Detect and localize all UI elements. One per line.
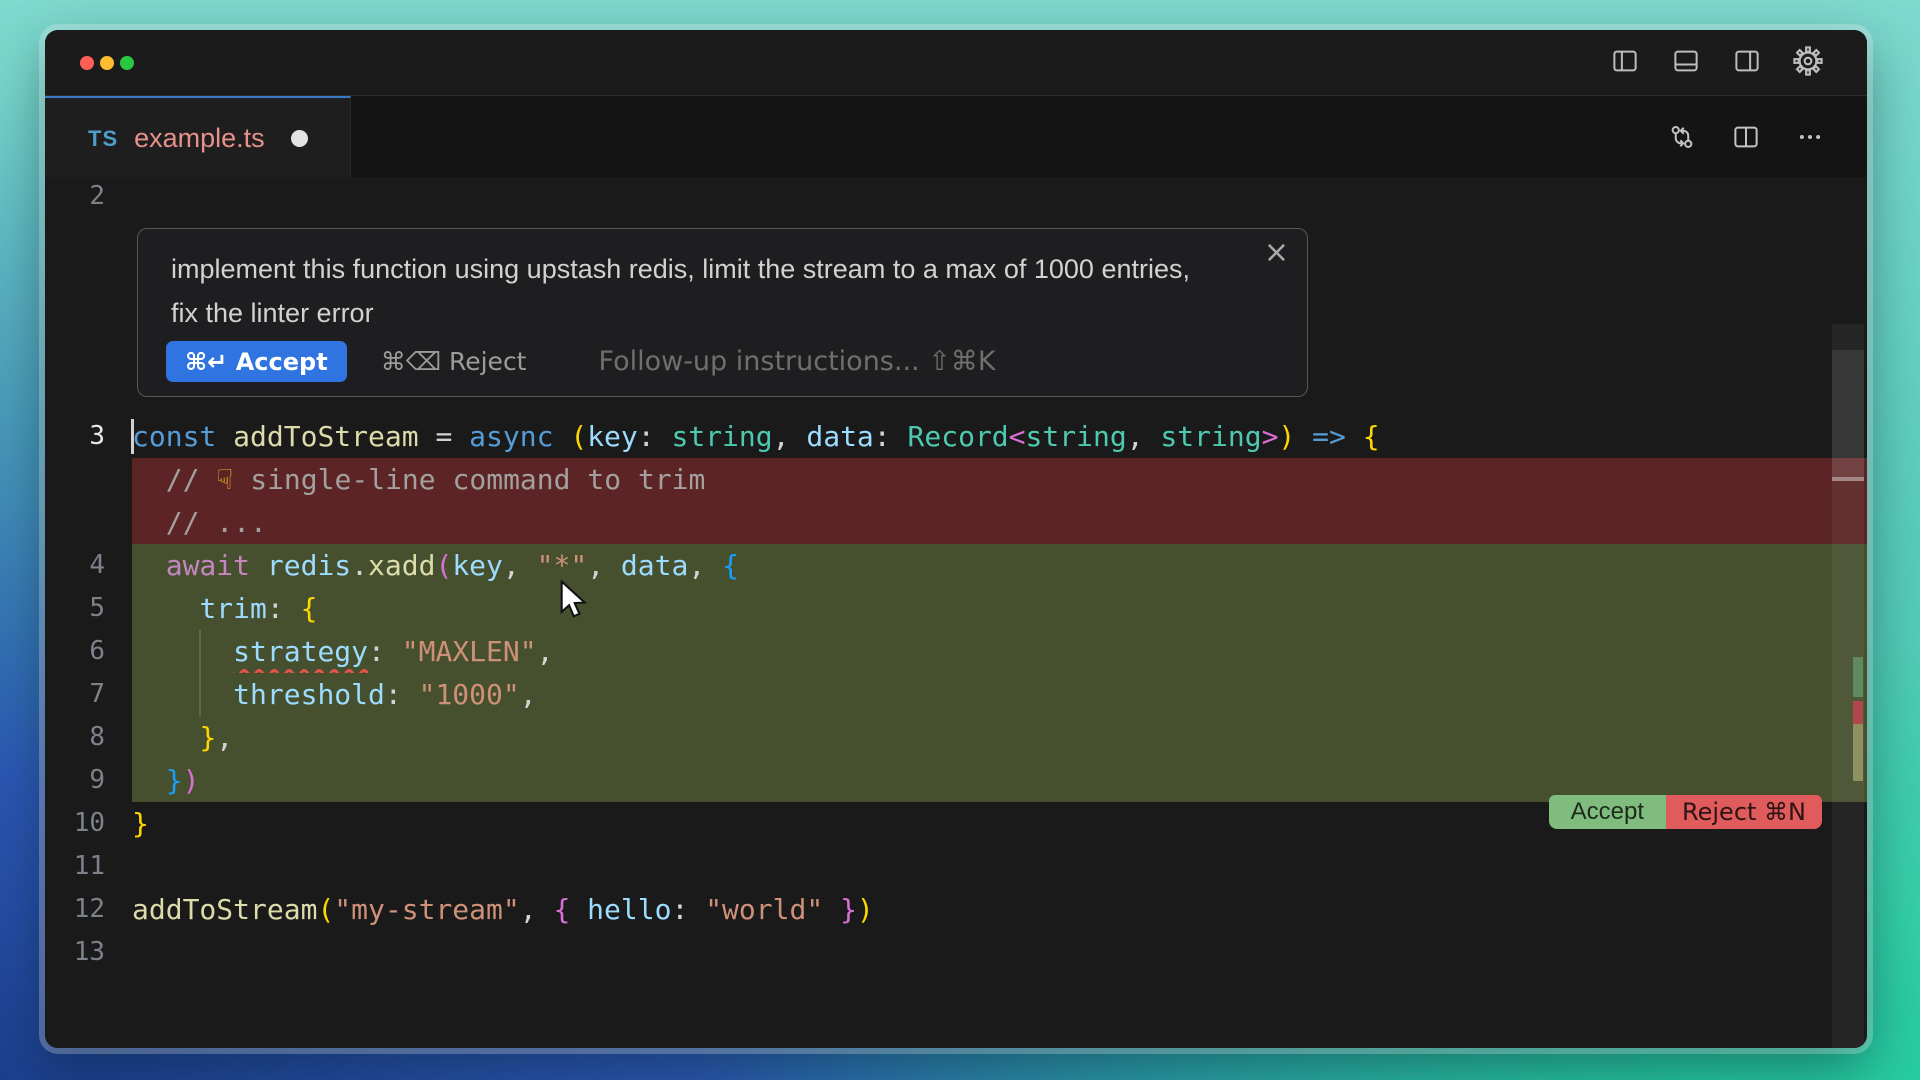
code-line-4: 4 await redis.xadd(key, "*", data, { <box>45 544 1867 587</box>
settings-gear-icon[interactable] <box>1791 44 1825 78</box>
code-line-2: 2 <box>45 175 1867 218</box>
toggle-right-sidebar-icon[interactable] <box>1730 44 1764 78</box>
code-line-8: 8 }, <box>45 716 1867 759</box>
code-line-12: 12addToStream("my-stream", { hello: "wor… <box>45 888 1867 931</box>
editor-window: TS example.ts <box>45 30 1867 1048</box>
accept-button[interactable]: ⌘↵ Accept <box>166 341 347 382</box>
followup-instructions-input[interactable]: Follow-up instructions... ⇧⌘K <box>599 346 996 377</box>
typescript-file-icon: TS <box>88 126 118 152</box>
tab-example-ts[interactable]: TS example.ts <box>45 96 351 179</box>
tab-bar: TS example.ts <box>45 96 1867 178</box>
scrollbar-slider[interactable] <box>1832 350 1864 477</box>
diff-reject-button[interactable]: Reject ⌘N <box>1666 795 1822 829</box>
close-window-button[interactable] <box>80 56 94 70</box>
close-icon[interactable]: × <box>1264 235 1289 270</box>
open-changes-icon[interactable] <box>1665 120 1699 154</box>
overview-removed-marker <box>1853 701 1863 724</box>
code-line-removed: // ... <box>45 501 1867 544</box>
overview-modified-marker <box>1853 724 1863 781</box>
code-line-11: 11 <box>45 845 1867 888</box>
prompt-text: implement this function using upstash re… <box>171 247 1211 335</box>
toggle-bottom-panel-icon[interactable] <box>1669 44 1703 78</box>
zoom-window-button[interactable] <box>120 56 134 70</box>
diff-action-buttons: Accept Reject ⌘N <box>1549 795 1822 829</box>
inline-prompt-widget: × implement this function using upstash … <box>137 228 1308 397</box>
split-editor-icon[interactable] <box>1729 120 1763 154</box>
minimize-window-button[interactable] <box>100 56 114 70</box>
scrollbar[interactable] <box>1832 324 1864 1048</box>
code-line-removed: // ☟ single-line command to trim <box>45 458 1867 501</box>
code-line-7: 7 threshold: "1000", <box>45 673 1867 716</box>
unsaved-changes-dot-icon[interactable] <box>291 130 308 147</box>
code-line-6: 6 strategy: "MAXLEN", <box>45 630 1867 673</box>
mouse-cursor <box>558 580 592 620</box>
code-line-3: 3const addToStream = async (key: string,… <box>45 415 1867 458</box>
reject-button[interactable]: ⌘⌫ Reject <box>381 347 527 376</box>
inline-prompt-row: × implement this function using upstash … <box>45 218 1867 415</box>
traffic-lights <box>80 56 134 70</box>
tab-filename: example.ts <box>134 123 265 154</box>
code-line-13: 13 <box>45 931 1867 974</box>
overview-added-marker <box>1853 657 1863 697</box>
diff-accept-button[interactable]: Accept <box>1549 795 1666 829</box>
code-line-5: 5 trim: { <box>45 587 1867 630</box>
code-editor[interactable]: 2 × implement this function using upstas… <box>45 177 1867 1048</box>
toggle-left-sidebar-icon[interactable] <box>1608 44 1642 78</box>
more-actions-icon[interactable] <box>1793 120 1827 154</box>
titlebar <box>45 30 1867 96</box>
